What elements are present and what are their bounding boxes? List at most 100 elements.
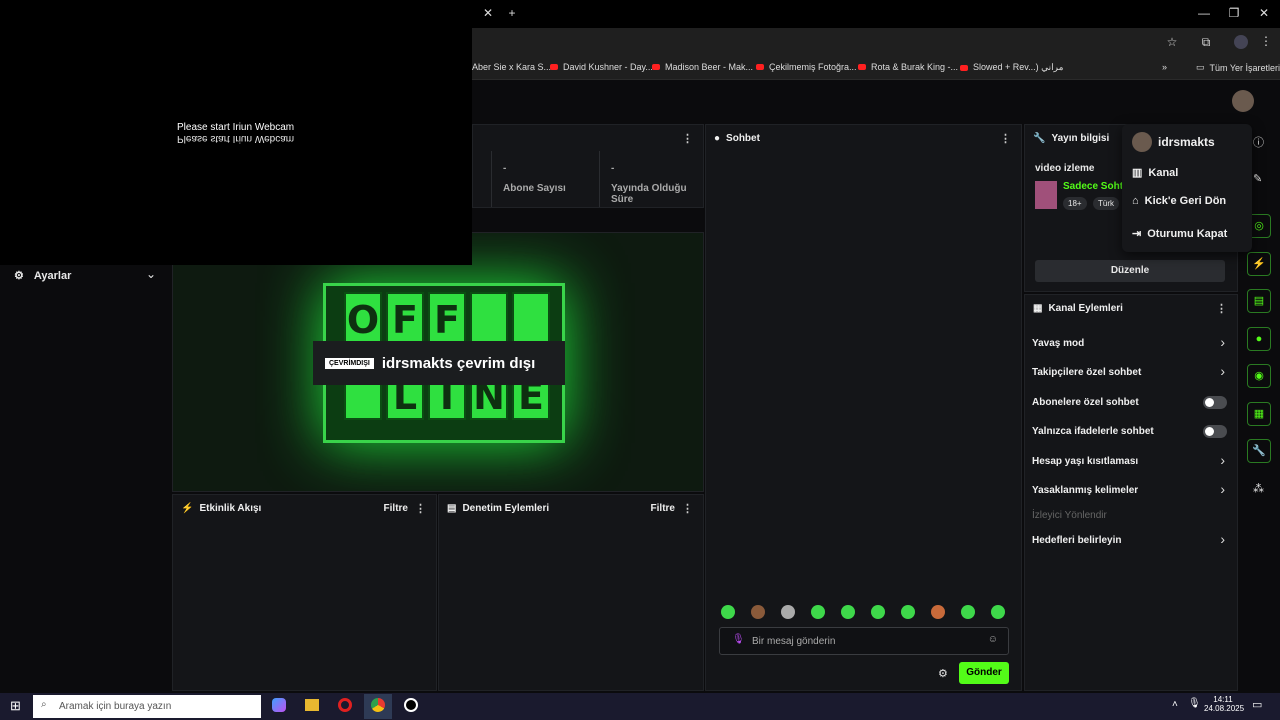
document-icon[interactable]: ▤ — [1247, 289, 1271, 313]
host-viewers: İzleyici Yönlendir — [1032, 510, 1107, 521]
bookmark-item[interactable]: Madison Beer - Mak... — [652, 62, 753, 72]
emote-icon[interactable] — [841, 605, 855, 619]
youtube-icon — [756, 64, 764, 70]
gear-icon: ⚙ — [14, 270, 24, 282]
chevron-right-icon[interactable]: › — [1220, 334, 1225, 350]
set-goals[interactable]: Hedefleri belirleyin — [1032, 535, 1121, 546]
bookmark-item[interactable]: Çekilmemiş Fotoğra... — [756, 62, 857, 72]
offline-banner: ÇEVRİMDIŞI idrsmakts çevrim dışı — [313, 341, 565, 385]
file-explorer-icon[interactable] — [305, 699, 319, 711]
sign-letter: F — [386, 292, 424, 344]
channel-icon: ▥ — [1132, 167, 1143, 179]
send-button[interactable]: Gönder — [959, 662, 1009, 684]
age-badge: 18+ — [1063, 197, 1087, 210]
more-icon[interactable]: ⋮ — [1258, 34, 1274, 48]
obs-icon[interactable] — [404, 698, 418, 712]
broadcast-icon[interactable]: ◉ — [1247, 364, 1271, 388]
filter-button[interactable]: Filtre — [651, 503, 675, 514]
chevron-right-icon[interactable]: › — [1220, 452, 1225, 468]
windows-start-icon[interactable]: ⊞ — [10, 698, 21, 714]
restore-icon[interactable]: ❐ — [1226, 6, 1242, 20]
emote-only-toggle[interactable] — [1203, 425, 1227, 438]
edit-button[interactable]: Düzenle — [1035, 260, 1225, 282]
taskbar-search[interactable]: ⌕ Aramak için buraya yazın — [33, 695, 261, 718]
account-age-restriction[interactable]: Hesap yaşı kısıtlaması — [1032, 456, 1138, 467]
more-icon[interactable]: ⋮ — [682, 132, 693, 145]
close-window-icon[interactable]: ✕ — [1256, 6, 1272, 20]
bookmark-item[interactable]: Aber Sie x Kara S... — [472, 62, 551, 72]
menu-channel[interactable]: ▥ Kanal — [1132, 166, 1178, 180]
slow-mode[interactable]: Yavaş mod — [1032, 338, 1084, 349]
microphone-icon[interactable]: 🎙 — [732, 634, 745, 645]
pencil-icon[interactable]: ✎ — [1253, 172, 1262, 185]
menu-back-to-kick[interactable]: ⌂ Kick'e Geri Dön — [1132, 195, 1226, 207]
clock-time: 14:11 — [1213, 695, 1233, 704]
info-icon[interactable]: ⓘ — [1253, 134, 1264, 150]
wrench-icon[interactable]: 🔧 — [1247, 439, 1271, 463]
webcam-message: Please start Iriun Webcam — [177, 122, 295, 133]
stream-title: video izleme — [1035, 163, 1095, 174]
emote-icon[interactable] — [991, 605, 1005, 619]
emote-icon[interactable] — [901, 605, 915, 619]
more-icon[interactable]: ⋮ — [1216, 302, 1227, 315]
minimize-icon[interactable]: — — [1196, 6, 1212, 20]
bolt-icon: ⚡ — [181, 502, 194, 514]
all-bookmarks[interactable]: ▭ Tüm Yer İşaretleri — [1196, 62, 1280, 73]
layers-icon[interactable]: ▦ — [1247, 402, 1271, 426]
bookmark-item[interactable]: Rota & Burak King -... — [858, 62, 958, 72]
category-name[interactable]: Sadece Soht — [1063, 181, 1123, 192]
emote-icon[interactable] — [961, 605, 975, 619]
bolt-icon[interactable]: ⚡ — [1247, 252, 1271, 276]
followers-only-chat[interactable]: Takipçilere özel sohbet — [1032, 367, 1141, 378]
profile-icon[interactable] — [1234, 35, 1248, 49]
chevron-down-icon[interactable]: ⌄ — [146, 267, 156, 281]
offline-badge: ÇEVRİMDIŞI — [325, 357, 374, 369]
emote-icon[interactable] — [721, 605, 735, 619]
windows-taskbar: ⊞ ⌕ Aramak için buraya yazın ˄ 🎙 14:11 2… — [0, 693, 1280, 720]
bookmark-item[interactable]: Slowed + Rev...) مراني — [960, 62, 1063, 73]
extensions-icon[interactable]: ⧉ — [1198, 35, 1214, 50]
chevron-right-icon[interactable]: › — [1220, 531, 1225, 547]
chrome-icon[interactable] — [371, 698, 385, 712]
avatar[interactable] — [1232, 90, 1254, 112]
more-icon[interactable]: ⋮ — [415, 502, 426, 515]
add-widget-icon[interactable]: ⁂ — [1253, 482, 1264, 495]
close-tab-icon[interactable]: ✕ — [480, 6, 496, 20]
chat-input[interactable]: 🎙 Bir mesaj gönderin ☺ — [719, 627, 1009, 655]
activity-feed-panel: ⚡ Etkinlik Akışı Filtre ⋮ — [172, 494, 437, 691]
sign-letter: O — [344, 292, 382, 344]
star-icon[interactable]: ☆ — [1164, 35, 1180, 49]
emote-icon[interactable] — [931, 605, 945, 619]
gear-icon[interactable]: ⚙ — [938, 667, 948, 680]
webcam-message-mirror: Please start Iriun Webcam — [177, 133, 295, 144]
chevron-right-icon[interactable]: › — [1220, 363, 1225, 379]
emote-icon[interactable] — [781, 605, 795, 619]
menu-username: idrsmakts — [1158, 135, 1215, 149]
notification-icon[interactable]: ▭ — [1252, 698, 1262, 711]
more-icon[interactable]: ⋮ — [1000, 132, 1011, 145]
bookmark-item[interactable]: David Kushner - Day... — [550, 62, 653, 72]
banned-words[interactable]: Yasaklanmış kelimeler — [1032, 485, 1138, 496]
emoji-icon[interactable]: ☺ — [988, 634, 998, 645]
more-icon[interactable]: ⋮ — [682, 502, 693, 515]
stream-player[interactable]: OFFLINE ÇEVRİMDIŞI idrsmakts çevrim dışı — [172, 232, 704, 492]
emote-icon[interactable] — [811, 605, 825, 619]
emote-icon[interactable] — [751, 605, 765, 619]
subscribers-only-toggle[interactable] — [1203, 396, 1227, 409]
filter-button[interactable]: Filtre — [384, 503, 408, 514]
logout-icon: ⇥ — [1132, 228, 1142, 240]
settings-item[interactable]: ⚙ Ayarlar — [14, 269, 71, 283]
bookmarks-overflow-icon[interactable]: » — [1162, 62, 1167, 72]
microphone-icon[interactable]: 🎙 — [1188, 698, 1201, 709]
opera-icon[interactable] — [338, 698, 352, 712]
new-tab-icon[interactable]: + — [504, 6, 520, 20]
language-badge: Türk — [1093, 197, 1119, 210]
menu-logout[interactable]: ⇥ Oturumu Kapat — [1132, 227, 1227, 241]
folder-icon: ▭ — [1196, 62, 1205, 72]
tray-up-icon[interactable]: ˄ — [1172, 699, 1178, 710]
youtube-icon — [652, 64, 660, 70]
emote-icon[interactable] — [871, 605, 885, 619]
chevron-right-icon[interactable]: › — [1220, 481, 1225, 497]
copilot-icon[interactable] — [272, 698, 286, 712]
chat-icon[interactable]: ● — [1247, 327, 1271, 351]
